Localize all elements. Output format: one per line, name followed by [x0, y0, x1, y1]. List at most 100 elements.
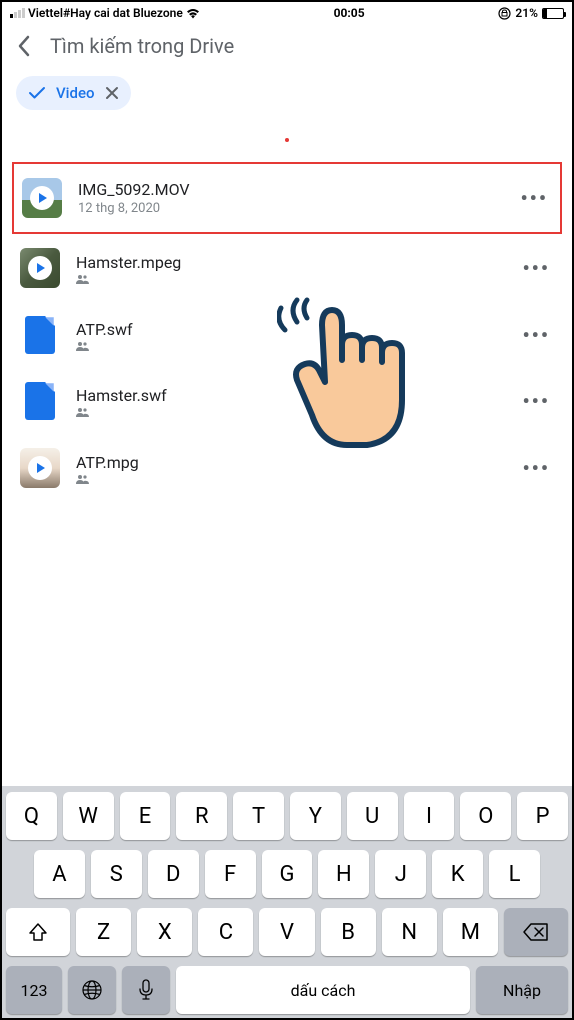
status-time: 00:05 [334, 6, 365, 20]
key-v[interactable]: V [259, 908, 314, 956]
list-item[interactable]: Hamster.swf ••• [16, 368, 558, 434]
battery-percent: 21% [515, 6, 538, 20]
key-o[interactable]: O [460, 792, 511, 840]
file-list: IMG_5092.MOV 12 thg 8, 2020 ••• Hamster.… [2, 162, 572, 502]
list-item[interactable]: IMG_5092.MOV 12 thg 8, 2020 ••• [12, 162, 562, 234]
file-meta [76, 407, 502, 417]
key-l[interactable]: L [489, 850, 540, 898]
key-numbers[interactable]: 123 [6, 966, 62, 1014]
key-k[interactable]: K [432, 850, 483, 898]
annotation-dot [285, 138, 289, 142]
carrier-text: Viettel#Hay cai dat Bluezone [28, 6, 183, 20]
file-name: ATP.mpg [76, 453, 502, 472]
key-h[interactable]: H [318, 850, 369, 898]
signal-icon [10, 8, 25, 18]
file-info: ATP.mpg [76, 453, 502, 484]
filter-chip-video[interactable]: Video [16, 76, 131, 110]
list-item[interactable]: ATP.swf ••• [16, 302, 558, 368]
video-thumbnail [20, 448, 60, 488]
key-x[interactable]: X [137, 908, 192, 956]
key-r[interactable]: R [176, 792, 227, 840]
keyboard-row-1: Q W E R T Y U I O P [6, 792, 568, 840]
key-e[interactable]: E [120, 792, 171, 840]
key-q[interactable]: Q [6, 792, 57, 840]
video-thumbnail [20, 248, 60, 288]
file-icon [25, 316, 55, 354]
key-shift[interactable] [6, 908, 70, 956]
shift-icon [28, 922, 48, 942]
key-globe[interactable] [68, 966, 116, 1014]
key-z[interactable]: Z [76, 908, 131, 956]
more-button[interactable]: ••• [518, 456, 554, 480]
keyboard-row-2: A S D F G H J K L [6, 850, 568, 898]
back-icon[interactable] [16, 34, 32, 58]
key-backspace[interactable] [504, 908, 568, 956]
more-button[interactable]: ••• [518, 389, 554, 413]
shared-icon [76, 341, 90, 351]
key-j[interactable]: J [375, 850, 426, 898]
key-i[interactable]: I [404, 792, 455, 840]
key-w[interactable]: W [63, 792, 114, 840]
wifi-icon [186, 8, 200, 19]
file-meta: 12 thg 8, 2020 [78, 201, 500, 216]
search-input[interactable] [50, 34, 558, 58]
key-g[interactable]: G [262, 850, 313, 898]
filter-row: Video [2, 76, 572, 128]
more-button[interactable]: ••• [516, 186, 552, 210]
close-icon[interactable] [105, 86, 119, 100]
key-mic[interactable] [122, 966, 170, 1014]
battery-icon [542, 8, 564, 19]
file-meta [76, 474, 502, 484]
shared-icon [76, 274, 90, 284]
check-icon [28, 86, 46, 100]
status-right: 21% [498, 6, 564, 20]
list-item[interactable]: Hamster.mpeg ••• [16, 234, 558, 302]
file-info: Hamster.mpeg [76, 253, 502, 284]
file-meta [76, 341, 502, 351]
keyboard-row-4: 123 dấu cách Nhập [6, 966, 568, 1014]
file-icon [25, 382, 55, 420]
shared-icon [76, 474, 90, 484]
filter-label: Video [56, 84, 95, 102]
mic-icon [138, 979, 154, 1001]
key-s[interactable]: S [91, 850, 142, 898]
key-space[interactable]: dấu cách [176, 966, 470, 1014]
status-left: Viettel#Hay cai dat Bluezone [10, 6, 200, 20]
file-name: Hamster.mpeg [76, 253, 502, 272]
orientation-lock-icon [498, 7, 511, 20]
key-u[interactable]: U [347, 792, 398, 840]
shared-icon [76, 407, 90, 417]
keyboard-row-3: Z X C V B N M [6, 908, 568, 956]
backspace-icon [523, 922, 549, 942]
file-name: IMG_5092.MOV [78, 180, 500, 199]
key-p[interactable]: P [517, 792, 568, 840]
key-a[interactable]: A [34, 850, 85, 898]
key-d[interactable]: D [148, 850, 199, 898]
key-y[interactable]: Y [290, 792, 341, 840]
key-f[interactable]: F [205, 850, 256, 898]
file-info: ATP.swf [76, 320, 502, 351]
key-n[interactable]: N [382, 908, 437, 956]
keyboard: Q W E R T Y U I O P A S D F G H J K L Z … [2, 786, 572, 1018]
more-button[interactable]: ••• [518, 323, 554, 347]
key-enter[interactable]: Nhập [476, 966, 568, 1014]
more-button[interactable]: ••• [518, 256, 554, 280]
status-bar: Viettel#Hay cai dat Bluezone 00:05 21% [2, 2, 572, 24]
file-name: ATP.swf [76, 320, 502, 339]
battery-fill [543, 9, 547, 18]
key-m[interactable]: M [443, 908, 498, 956]
globe-icon [81, 979, 103, 1001]
file-info: IMG_5092.MOV 12 thg 8, 2020 [78, 180, 500, 216]
list-item[interactable]: ATP.mpg ••• [16, 434, 558, 502]
file-meta [76, 274, 502, 284]
play-icon [30, 186, 54, 210]
key-t[interactable]: T [233, 792, 284, 840]
key-c[interactable]: C [198, 908, 253, 956]
key-b[interactable]: B [321, 908, 376, 956]
play-icon [28, 256, 52, 280]
video-thumbnail [22, 178, 62, 218]
file-info: Hamster.swf [76, 386, 502, 417]
search-header [2, 24, 572, 76]
play-icon [28, 456, 52, 480]
file-name: Hamster.swf [76, 386, 502, 405]
